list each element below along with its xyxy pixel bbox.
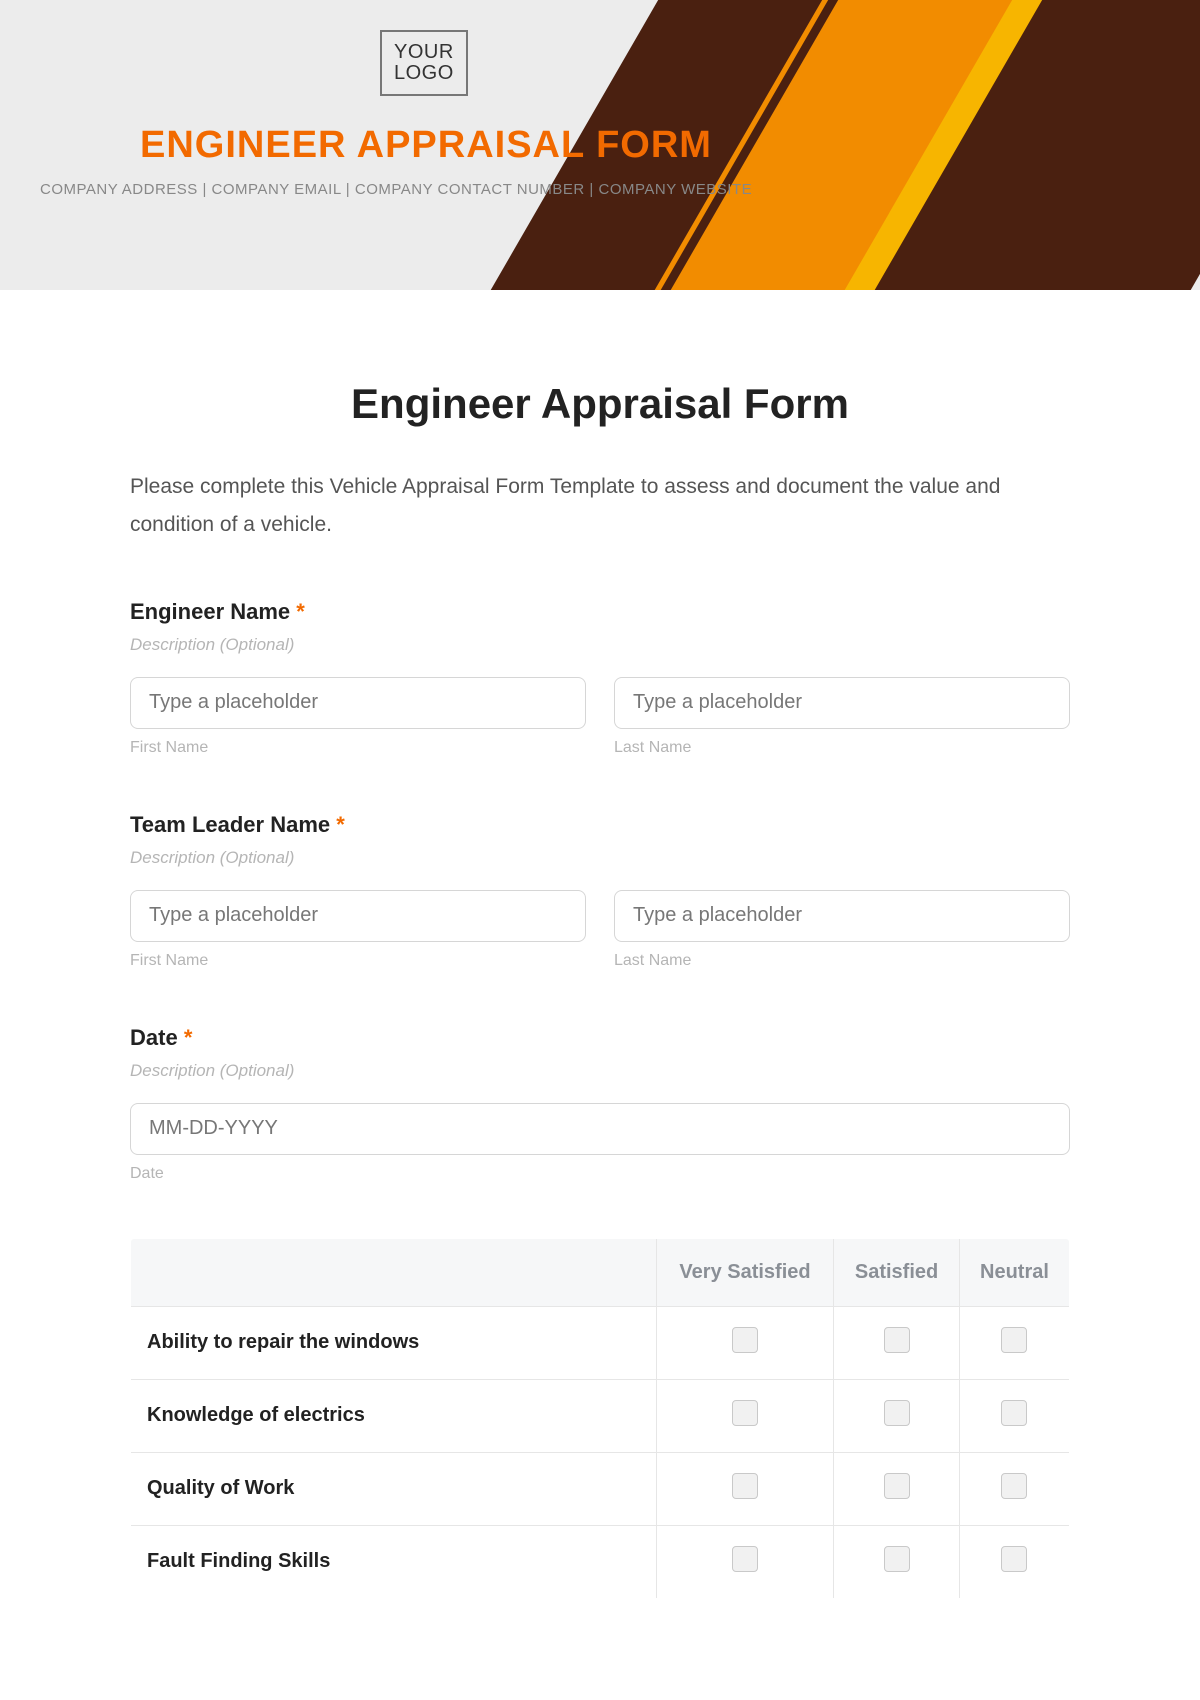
rating-checkbox[interactable] bbox=[732, 1473, 758, 1499]
rating-checkbox[interactable] bbox=[884, 1546, 910, 1572]
field-date: Date * Description (Optional) Date bbox=[130, 1025, 1070, 1183]
rating-checkbox[interactable] bbox=[884, 1400, 910, 1426]
form-intro: Please complete this Vehicle Appraisal F… bbox=[130, 468, 1070, 544]
engineer-first-name-input[interactable] bbox=[130, 677, 586, 729]
rating-row-label: Quality of Work bbox=[131, 1452, 657, 1525]
date-label: Date * bbox=[130, 1025, 1070, 1051]
rating-row-label: Knowledge of electrics bbox=[131, 1379, 657, 1452]
engineer-first-name-sublabel: First Name bbox=[130, 739, 586, 757]
rating-checkbox[interactable] bbox=[732, 1400, 758, 1426]
rating-checkbox[interactable] bbox=[1001, 1473, 1027, 1499]
engineer-name-label: Engineer Name * bbox=[130, 599, 1070, 625]
label-text: Engineer Name bbox=[130, 599, 290, 624]
team-leader-last-name-sublabel: Last Name bbox=[614, 952, 1070, 970]
date-input[interactable] bbox=[130, 1103, 1070, 1155]
table-row: Knowledge of electrics bbox=[131, 1379, 1070, 1452]
field-team-leader-name: Team Leader Name * Description (Optional… bbox=[130, 812, 1070, 970]
engineer-last-name-input[interactable] bbox=[614, 677, 1070, 729]
label-text: Date bbox=[130, 1025, 178, 1050]
rating-col-neutral: Neutral bbox=[959, 1238, 1069, 1306]
rating-header-blank bbox=[131, 1238, 657, 1306]
required-mark: * bbox=[296, 599, 305, 624]
rating-table: Very Satisfied Satisfied Neutral Ability… bbox=[130, 1238, 1070, 1599]
rating-col-very-satisfied: Very Satisfied bbox=[656, 1238, 833, 1306]
required-mark: * bbox=[336, 812, 345, 837]
rating-row-label: Ability to repair the windows bbox=[131, 1306, 657, 1379]
banner-title: ENGINEER APPRAISAL FORM bbox=[140, 124, 1160, 167]
team-leader-last-name-input[interactable] bbox=[614, 890, 1070, 942]
rating-checkbox[interactable] bbox=[1001, 1546, 1027, 1572]
date-description: Description (Optional) bbox=[130, 1061, 1070, 1081]
rating-checkbox[interactable] bbox=[884, 1473, 910, 1499]
team-leader-first-name-sublabel: First Name bbox=[130, 952, 586, 970]
form-container: Engineer Appraisal Form Please complete … bbox=[0, 290, 1200, 1659]
team-leader-first-name-input[interactable] bbox=[130, 890, 586, 942]
table-row: Quality of Work bbox=[131, 1452, 1070, 1525]
rating-checkbox[interactable] bbox=[1001, 1400, 1027, 1426]
team-leader-name-label: Team Leader Name * bbox=[130, 812, 1070, 838]
field-engineer-name: Engineer Name * Description (Optional) F… bbox=[130, 599, 1070, 757]
rating-checkbox[interactable] bbox=[1001, 1327, 1027, 1353]
header-banner: YOUR LOGO ENGINEER APPRAISAL FORM COMPAN… bbox=[0, 0, 1200, 290]
engineer-name-description: Description (Optional) bbox=[130, 635, 1070, 655]
date-sublabel: Date bbox=[130, 1165, 1070, 1183]
banner-subline: COMPANY ADDRESS | COMPANY EMAIL | COMPAN… bbox=[40, 181, 1160, 198]
team-leader-name-description: Description (Optional) bbox=[130, 848, 1070, 868]
rating-row-label: Fault Finding Skills bbox=[131, 1525, 657, 1598]
engineer-last-name-sublabel: Last Name bbox=[614, 739, 1070, 757]
page-title: Engineer Appraisal Form bbox=[130, 380, 1070, 428]
rating-checkbox[interactable] bbox=[732, 1546, 758, 1572]
logo-placeholder: YOUR LOGO bbox=[380, 30, 468, 96]
table-row: Fault Finding Skills bbox=[131, 1525, 1070, 1598]
rating-checkbox[interactable] bbox=[732, 1327, 758, 1353]
rating-checkbox[interactable] bbox=[884, 1327, 910, 1353]
table-row: Ability to repair the windows bbox=[131, 1306, 1070, 1379]
label-text: Team Leader Name bbox=[130, 812, 330, 837]
required-mark: * bbox=[184, 1025, 193, 1050]
rating-col-satisfied: Satisfied bbox=[834, 1238, 960, 1306]
